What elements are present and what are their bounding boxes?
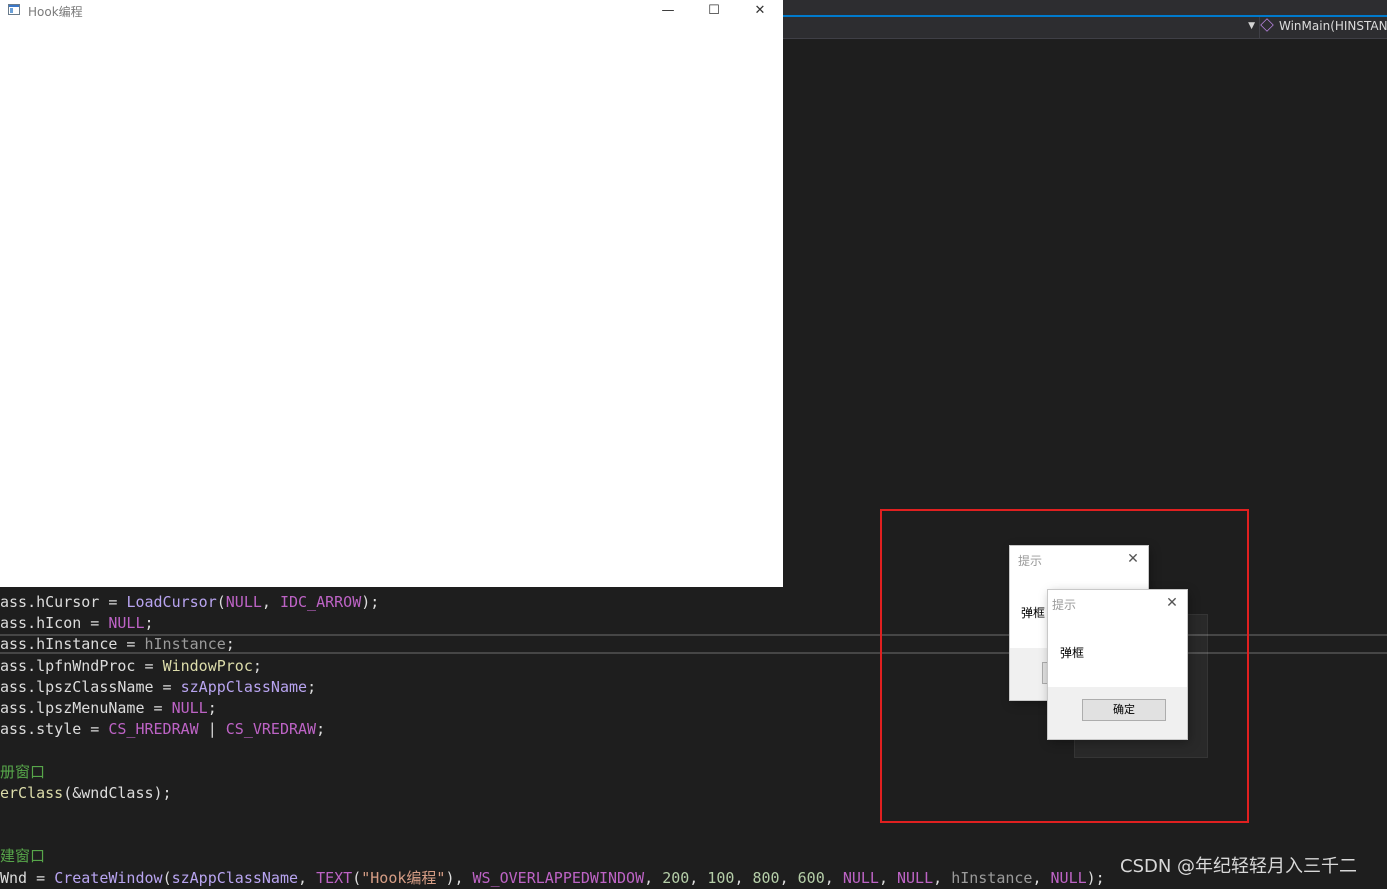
minimize-button[interactable]: — [645,0,691,22]
code-token: ); [361,593,380,611]
code-line[interactable]: ass.style = CS_HREDRAW | CS_VREDRAW; [0,719,325,740]
maximize-button[interactable]: ☐ [691,0,737,22]
code-token: 册窗口 [0,762,46,781]
code-token: ; [252,656,262,675]
dialog-footer: 确定 [1048,687,1187,739]
ide-tab-strip [783,0,1387,15]
dialog-message: 弹框 [1021,606,1046,620]
code-token: CS_HREDRAW [108,720,199,739]
code-token: 建窗口 [0,847,46,866]
code-token: ; [225,635,235,654]
code-line[interactable]: ass.lpszMenuName = NULL; [0,698,217,719]
function-dropdown-label: WinMain(HINSTAN [1279,19,1387,33]
code-token: NULL [225,593,262,611]
code-token: ; [144,614,154,633]
scope-dropdown[interactable]: ▼ [783,17,1260,38]
code-token: ass.hIcon = [0,614,109,633]
code-token: ass.hInstance = [0,635,145,654]
code-token: ass.hCursor = [0,593,127,611]
code-token: ( [216,593,226,611]
code-line[interactable]: erClass(&wndClass); [0,783,172,804]
code-line[interactable]: ass.lpfnWndProc = WindowProc; [0,656,262,677]
close-button[interactable]: ✕ [737,0,783,22]
code-line[interactable]: ass.hIcon = NULL; [0,613,154,634]
hook-app-window[interactable]: Hook编程 — ☐ ✕ [0,0,783,587]
message-box-front[interactable]: 提示 ✕ 弹框 确定 [1048,590,1187,739]
code-token: NULL [108,614,145,633]
code-line[interactable]: 册窗口 [0,762,45,783]
code-token: NULL [171,699,208,717]
function-dropdown[interactable]: WinMain(HINSTAN [1260,18,1387,33]
dialog-title: 提示 [1052,598,1077,612]
code-token: erClass [0,783,64,802]
code-token: ; [307,677,317,696]
code-token: | [198,720,226,739]
code-token: CS_VREDRAW [225,720,317,739]
code-token: ; [207,699,217,717]
code-token: ass.lpszClassName = [0,677,181,696]
code-token: WindowProc [162,656,253,675]
window-titlebar[interactable]: Hook编程 — ☐ ✕ [0,0,783,22]
code-token: , [261,593,280,611]
app-window-icon [8,4,20,15]
code-line[interactable]: ass.hInstance = hInstance; [0,634,235,655]
dialog-title: 提示 [1018,554,1043,568]
method-cube-icon [1260,18,1274,32]
code-token: IDC_ARROW [279,593,362,611]
watermark: CSDN @年纪轻轻月入三千二 [1120,856,1358,877]
code-line[interactable]: ass.lpszClassName = szAppClassName; [0,677,316,698]
code-token: szAppClassName [180,677,308,696]
ide-navigation-bar: ▼ WinMain(HINSTAN [783,15,1387,39]
chevron-down-icon[interactable]: ▼ [1248,21,1255,31]
code-token: ass.style = [0,720,109,739]
code-line[interactable]: 建窗口 [0,846,45,867]
dialog-ok-button[interactable]: 确定 [1082,699,1166,721]
dialog-close-button[interactable]: ✕ [1159,592,1185,614]
code-token: ass.lpszMenuName = [0,699,172,717]
code-line[interactable]: Wnd = CreateWindow(szAppClassName, TEXT(… [0,868,1105,889]
code-token: ass.lpfnWndProc = [0,656,163,675]
dialog-message: 弹框 [1060,646,1085,660]
dialog-close-button[interactable]: ✕ [1120,548,1146,570]
code-token: ; [316,720,326,739]
code-token: hInstance [144,635,226,654]
code-line[interactable]: ass.hCursor = LoadCursor(NULL, IDC_ARROW… [0,592,379,613]
code-token: LoadCursor [126,593,217,611]
window-title: Hook编程 [28,5,83,19]
code-token: (&wndClass); [63,783,172,802]
